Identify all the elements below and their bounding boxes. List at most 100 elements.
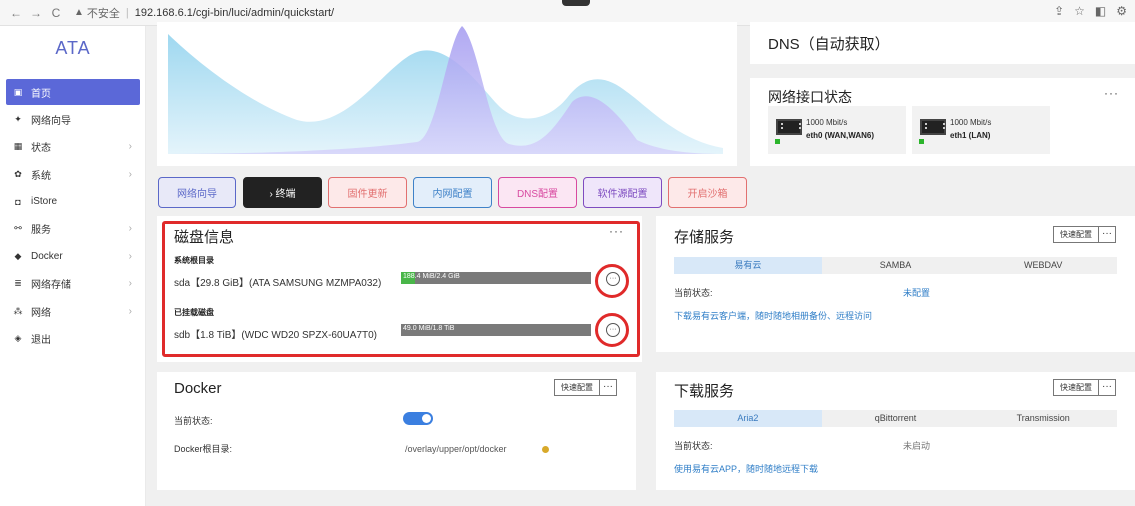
sidebar-item-9[interactable]: ◈ 退出 [6,326,140,352]
network-more-icon[interactable]: ··· [1104,86,1119,100]
sidebar-item-1[interactable]: ✦ 网络向导 [6,106,140,132]
sidebar-item-label: 退出 [31,335,51,347]
dns-config-button[interactable]: DNS配置 [498,177,577,208]
sidebar-item-icon: ≣ [14,278,22,289]
tab-webdav[interactable]: WEBDAV [969,257,1117,274]
highlight-ring-sda [595,264,629,298]
download-tabs: Aria2 qBittorrent Transmission [674,410,1117,427]
lan-config-button[interactable]: 内网配置 [413,177,492,208]
chevron-right-icon: › [128,223,132,235]
back-icon[interactable]: ← [8,6,24,20]
sidepanel-icon[interactable]: ◧ [1095,4,1106,18]
chevron-right-icon: › [128,141,132,153]
download-quick-config-button[interactable]: 快速配置 [1054,380,1098,395]
traffic-chart [168,26,723,154]
sidebar-item-5[interactable]: ⚯ 服务 › [6,216,140,242]
traffic-chart-card [157,22,737,166]
docker-card: Docker 快速配置 ··· 当前状态: Docker根目录: /overla… [157,372,636,490]
chevron-right-icon: › [128,250,132,262]
network-wizard-button[interactable]: 网络向导 [158,177,236,208]
highlight-ring-sdb [595,313,629,347]
warning-icon: ▲ [74,7,84,18]
storage-title: 存储服务 [674,229,735,246]
address-separator: | [125,6,129,19]
sidebar-item-icon: ◈ [14,333,22,344]
sidebar-item-4[interactable]: ◘ iStore [6,189,140,215]
chevron-right-icon: › [128,278,132,290]
share-icon[interactable]: ⇪ [1054,4,1064,18]
firmware-update-button[interactable]: 固件更新 [328,177,407,208]
port-eth1: 1000 Mbit/s eth1 (LAN) [912,106,1050,154]
docker-root-path: /overlay/upper/opt/docker [405,444,507,454]
sidebar-item-label: 网络 [31,307,51,319]
insecure-label: 不安全 [86,7,120,20]
sidebar-item-label: Docker [31,250,63,262]
port-speed: 1000 Mbit/s [950,118,992,127]
reload-icon[interactable]: C [48,6,64,20]
chevron-right-icon: › [128,305,132,317]
dns-card: DNS（自动获取） [750,22,1135,64]
profile-icon[interactable]: ⚙ [1116,4,1127,18]
docker-title: Docker [174,380,222,397]
sidebar: ATA ▣ 首页 ✦ 网络向导 ▦ 状态 › ✿ 系统 › ◘ iStore ⚯ 服务 › ◆ Docker › ≣… [0,26,146,506]
tab-aria2[interactable]: Aria2 [674,410,822,427]
link-led-icon [775,139,780,144]
dns-title: DNS（自动获取） [768,36,890,53]
status-dot-icon [542,446,549,453]
sidebar-item-label: 网络向导 [31,115,71,127]
sidebar-menu: ▣ 首页 ✦ 网络向导 ▦ 状态 › ✿ 系统 › ◘ iStore ⚯ 服务 › ◆ Docker › ≣ 网络存储… [6,79,140,353]
sidebar-item-label: 首页 [31,88,51,100]
tab-qbittorrent[interactable]: qBittorrent [822,410,970,427]
sidebar-item-0[interactable]: ▣ 首页 [6,79,140,105]
sidebar-item-2[interactable]: ▦ 状态 › [6,134,140,160]
sidebar-item-icon: ✿ [14,168,22,179]
sidebar-item-icon: ◘ [15,196,21,207]
sidebar-item-7[interactable]: ≣ 网络存储 › [6,271,140,297]
sidebar-item-icon: ✦ [14,113,22,124]
network-status-card: 网络接口状态 ··· 1000 Mbit/s eth0 (WAN,WAN6) 1… [750,78,1135,166]
terminal-button[interactable]: › 终端 [243,177,322,208]
sidebar-item-label: 状态 [31,143,51,155]
ethernet-port-icon [776,119,802,135]
storage-more-icon[interactable]: ··· [1098,227,1115,242]
bookmark-star-icon[interactable]: ☆ [1074,4,1085,18]
sidebar-item-3[interactable]: ✿ 系统 › [6,161,140,187]
highlight-annotation-box [162,221,640,357]
docker-enable-toggle[interactable] [403,412,433,425]
docker-root-label: Docker根目录: [174,444,233,454]
storage-download-link[interactable]: 下载易有云客户端，随时随地相册备份、远程访问 [674,309,872,322]
docker-more-icon[interactable]: ··· [599,380,616,395]
sidebar-item-icon: ▦ [13,141,23,152]
tab-yiyouyun[interactable]: 易有云 [674,257,822,274]
storage-status-label: 当前状态: [674,288,713,298]
sidebar-item-label: 服务 [31,225,51,237]
sidebar-item-label: 网络存储 [31,280,71,292]
download-more-icon[interactable]: ··· [1098,380,1115,395]
download-status-value: 未启动 [903,441,931,451]
storage-status-value[interactable]: 未配置 [903,286,930,299]
storage-quick-config-button[interactable]: 快速配置 [1054,227,1098,242]
docker-status-label: 当前状态: [174,416,213,426]
tab-samba[interactable]: SAMBA [822,257,970,274]
download-title: 下载服务 [674,383,735,400]
forward-icon[interactable]: → [28,6,44,20]
address-bar[interactable]: ▲ 不安全 | 192.168.6.1/cgi-bin/luci/admin/q… [74,3,334,23]
sidebar-item-8[interactable]: ⁂ 网络 › [6,298,140,324]
url-text[interactable]: 192.168.6.1/cgi-bin/luci/admin/quickstar… [135,7,334,19]
logo: ATA [55,38,91,58]
sidebar-item-6[interactable]: ◆ Docker › [6,243,140,269]
tab-transmission[interactable]: Transmission [969,410,1117,427]
sidebar-item-icon: ⁂ [13,305,23,316]
port-eth0: 1000 Mbit/s eth0 (WAN,WAN6) [768,106,906,154]
camera-notch [562,0,590,6]
download-service-card: 下载服务 快速配置 ··· Aria2 qBittorrent Transmis… [656,372,1135,490]
docker-quick-config-button[interactable]: 快速配置 [555,380,599,395]
download-app-link[interactable]: 使用易有云APP，随时随地远程下载 [674,462,818,475]
sandbox-button[interactable]: 开启沙箱 [668,177,747,208]
sidebar-item-icon: ⚯ [14,223,22,234]
port-name: eth1 (LAN) [950,131,991,140]
ethernet-port-icon [920,119,946,135]
sidebar-item-label: 系统 [31,170,51,182]
software-source-button[interactable]: 软件源配置 [583,177,662,208]
browser-actions: ⇪ ☆ ◧ ⚙ [1054,4,1127,18]
